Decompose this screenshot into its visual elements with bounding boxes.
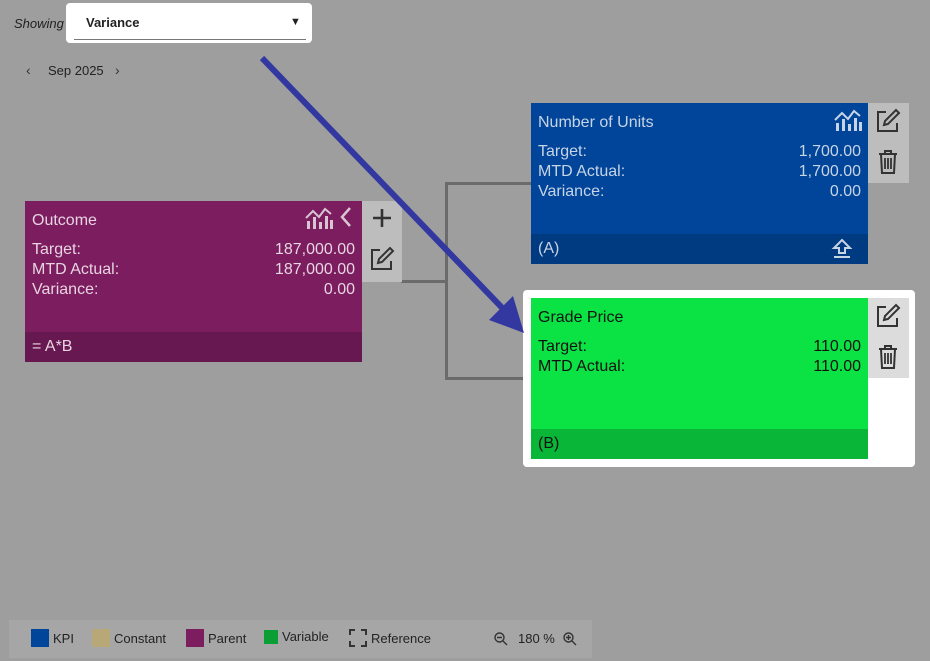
legend-swatch — [92, 629, 110, 647]
legend-label: KPI — [53, 630, 74, 646]
legend-label: Parent — [208, 630, 247, 646]
legend-item-parent: Parent — [186, 629, 246, 647]
zoom-level: 180 % — [518, 631, 555, 646]
legend-swatch — [31, 629, 49, 647]
legend-bar: KPI Constant Parent Variable Reference 1… — [9, 620, 592, 658]
legend-label: Variable — [282, 629, 329, 644]
legend-item-reference: Reference — [349, 629, 431, 647]
legend-label: Constant — [114, 630, 167, 646]
legend-item-kpi: KPI — [31, 629, 74, 647]
legend-item-constant: Constant — [92, 629, 166, 647]
legend-label: Reference — [371, 630, 431, 646]
zoom-out-icon[interactable] — [493, 631, 509, 647]
legend-item-variable: Variable — [264, 629, 329, 644]
legend-swatch — [264, 629, 278, 644]
legend-swatch — [186, 629, 204, 647]
zoom-in-icon[interactable] — [562, 631, 578, 647]
legend-swatch — [349, 629, 367, 647]
annotation-arrow — [259, 55, 524, 333]
